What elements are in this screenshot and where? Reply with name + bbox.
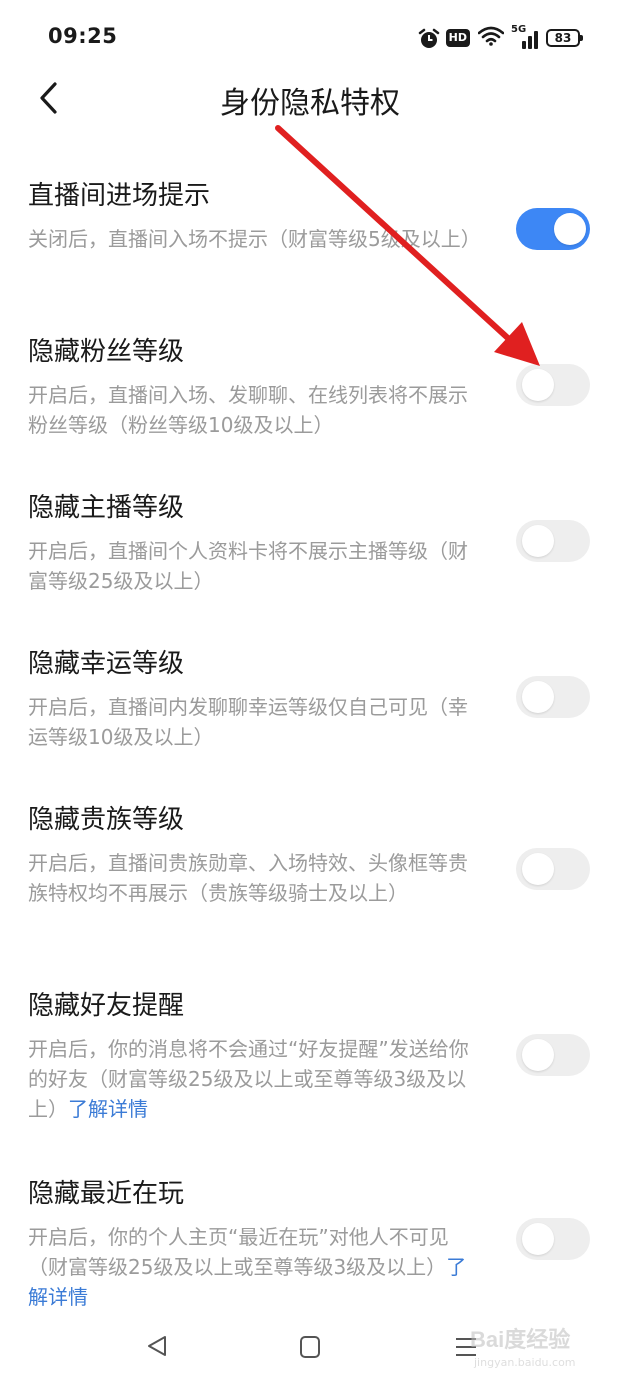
setting-title: 隐藏最近在玩 [28,1179,185,1209]
alarm-icon [418,28,439,48]
nav-back-triangle-icon[interactable] [145,1334,169,1362]
watermark-url: jingyan.baidu.com [474,1356,576,1369]
learn-more-link[interactable]: 了解详情 [68,1097,148,1121]
network-label: 5G [511,24,527,35]
setting-desc: 开启后，你的消息将不会通过“好友提醒”发送给你的好友（财富等级25级及以上或至尊… [28,1037,469,1121]
watermark: Bai度经验 jingyan.baidu.com [470,1320,600,1380]
nav-home-square-icon[interactable] [300,1336,320,1358]
setting-title: 隐藏贵族等级 [28,805,185,835]
toggle-knob [522,681,554,713]
setting-desc: 开启后，你的个人主页“最近在玩”对他人不可见（财富等级25级及以上或至尊等级3级… [28,1225,467,1309]
hide-fan-level-toggle[interactable] [516,364,590,406]
watermark-brand: Bai度经验 [470,1327,571,1352]
toggle-knob [554,213,586,245]
toggle-knob [522,1223,554,1255]
setting-desc: 开启后，直播间入场、发聊聊、在线列表将不展示粉丝等级（粉丝等级10级及以上） [28,383,468,437]
battery-icon: 83 [546,29,583,47]
setting-title: 隐藏幸运等级 [28,649,185,679]
status-bar: 09:25 HD 5G 83 [0,0,620,76]
hide-recently-played-toggle[interactable] [516,1218,590,1260]
cellular-5g-icon: 5G [511,24,538,49]
hide-lucky-level-toggle[interactable] [516,676,590,718]
status-icons: HD 5G 83 [418,24,583,50]
toggle-knob [522,369,554,401]
hd-icon: HD [445,29,470,47]
setting-title: 隐藏主播等级 [28,493,185,523]
setting-title: 隐藏粉丝等级 [28,337,185,367]
entry-notice-toggle[interactable] [516,208,590,250]
setting-title: 直播间进场提示 [28,181,211,211]
battery-level: 83 [554,31,572,45]
setting-desc: 开启后，直播间个人资料卡将不展示主播等级（财富等级25级及以上） [28,539,468,593]
setting-desc: 开启后，直播间内发聊聊幸运等级仅自己可见（幸运等级10级及以上） [28,695,468,749]
status-time: 09:25 [48,24,118,48]
hide-anchor-level-toggle[interactable] [516,520,590,562]
page-title: 身份隐私特权 [220,86,400,121]
hide-noble-level-toggle[interactable] [516,848,590,890]
toggle-knob [522,1039,554,1071]
setting-title: 隐藏好友提醒 [28,991,185,1021]
hide-friend-reminder-toggle[interactable] [516,1034,590,1076]
nav-bar: 身份隐私特权 [0,76,620,121]
wifi-icon [477,26,505,50]
toggle-knob [522,525,554,557]
setting-desc: 开启后，直播间贵族勋章、入场特效、头像框等贵族特权均不再展示（贵族等级骑士及以上… [28,851,468,905]
setting-desc: 关闭后，直播间入场不提示（财富等级5级及以上） [28,227,481,251]
toggle-knob [522,853,554,885]
